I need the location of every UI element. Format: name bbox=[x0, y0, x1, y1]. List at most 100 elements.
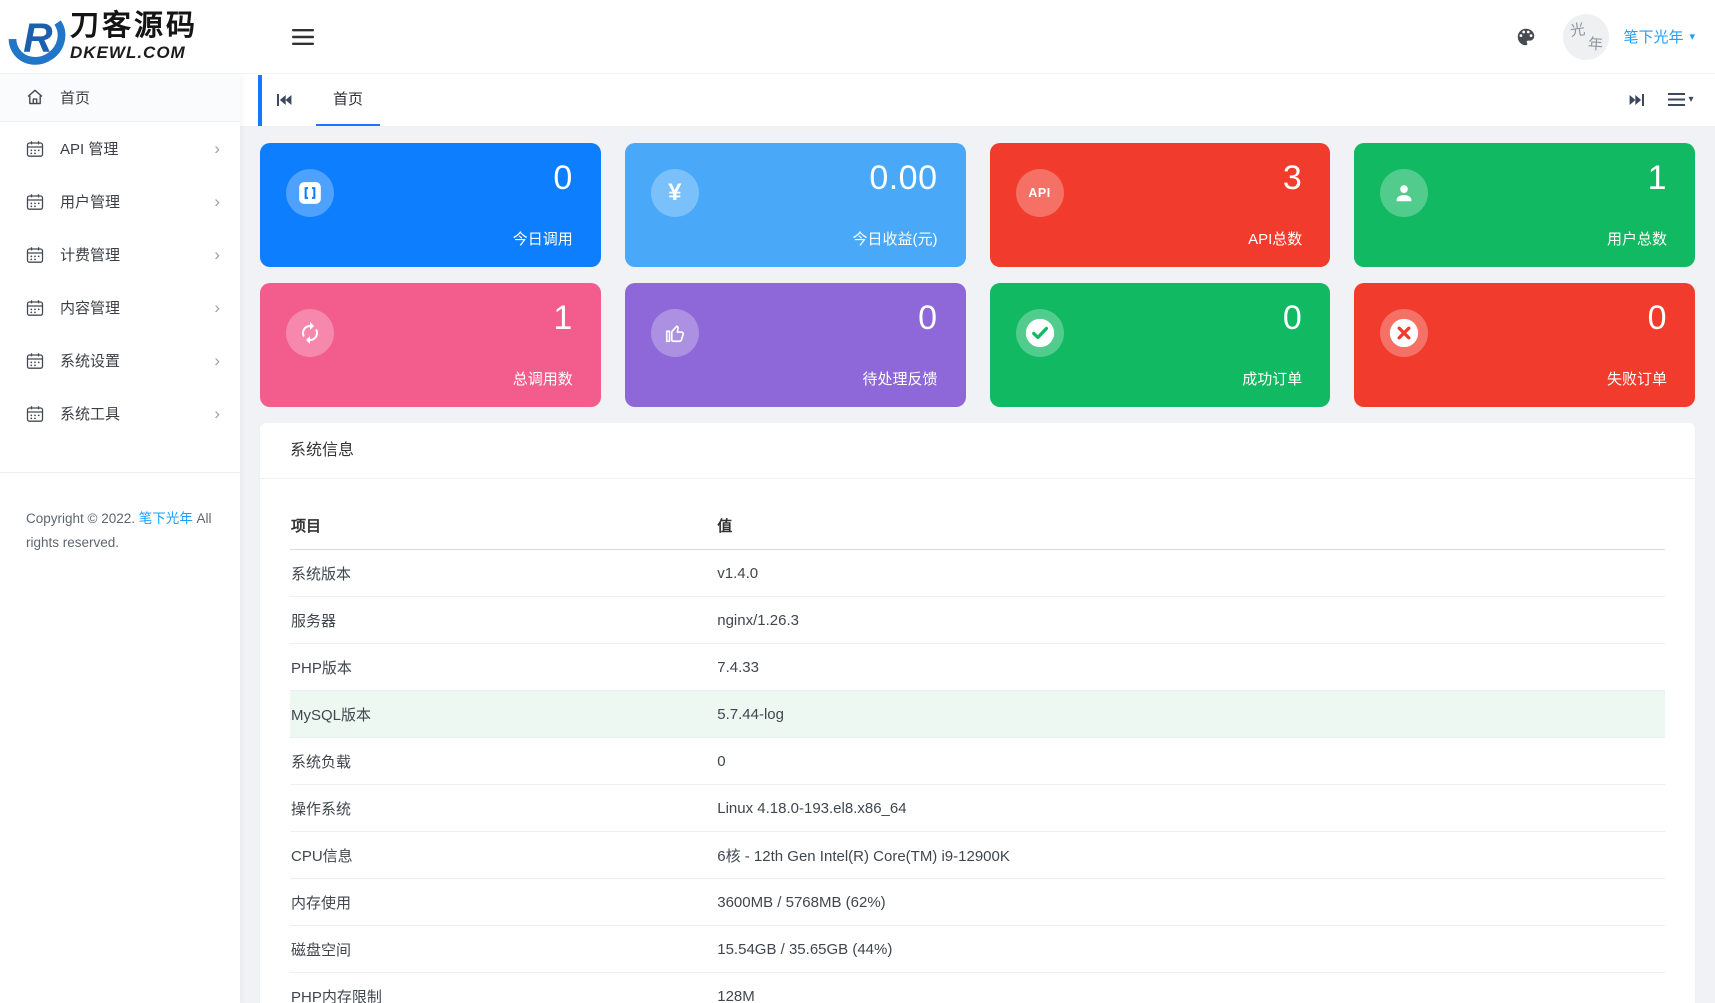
tabs-scroll-right-button[interactable] bbox=[1615, 73, 1659, 126]
row-item: 磁盘空间 bbox=[290, 926, 716, 973]
palette-icon bbox=[1515, 26, 1537, 48]
stat-label: 失败订单 bbox=[1607, 368, 1667, 389]
table-row: 系统负载0 bbox=[290, 738, 1665, 785]
app-header: R 刀客源码 DKEWL.COM 光 年 笔下光年 ▾ bbox=[0, 0, 1715, 74]
thumbs-up-icon bbox=[651, 309, 699, 357]
check-circle-icon bbox=[1016, 309, 1064, 357]
column-header-item: 项目 bbox=[290, 502, 716, 550]
sidebar-item-label: 内容管理 bbox=[60, 297, 120, 318]
svg-text:R: R bbox=[23, 14, 53, 60]
home-icon bbox=[26, 88, 44, 106]
stat-value: 0.00 bbox=[869, 159, 937, 198]
user-menu[interactable]: 笔下光年 ▾ bbox=[1623, 26, 1695, 47]
system-info-panel: 系统信息 项目 值 系统版本v1.4.0服务器nginx/1.26.3PHP版本… bbox=[260, 423, 1695, 1003]
stat-card: 0待处理反馈 bbox=[625, 283, 966, 407]
table-row: CPU信息6核 - 12th Gen Intel(R) Core(TM) i9-… bbox=[290, 832, 1665, 879]
stat-card: 1 用户总数 bbox=[1354, 143, 1695, 267]
hamburger-icon bbox=[292, 29, 314, 45]
sidebar-item-label: 用户管理 bbox=[60, 191, 120, 212]
chevron-right-icon: › bbox=[214, 246, 220, 263]
calendar-icon bbox=[26, 193, 44, 211]
row-item: 系统版本 bbox=[290, 550, 716, 597]
tab-home[interactable]: 首页 bbox=[316, 73, 380, 126]
sidebar-toggle-button[interactable] bbox=[288, 22, 318, 52]
skip-left-icon bbox=[276, 93, 292, 107]
stat-label: 总调用数 bbox=[513, 368, 573, 389]
app-logo[interactable]: R 刀客源码 DKEWL.COM bbox=[0, 0, 252, 73]
sidebar-item-home[interactable]: 首页 bbox=[0, 73, 240, 122]
skip-right-icon bbox=[1629, 93, 1645, 107]
tabs-menu-button[interactable]: ▾ bbox=[1659, 73, 1703, 126]
table-row: MySQL版本5.7.44-log bbox=[290, 691, 1665, 738]
stat-label: 成功订单 bbox=[1242, 368, 1302, 389]
row-item: 操作系统 bbox=[290, 785, 716, 832]
table-header-row: 项目 值 bbox=[290, 502, 1665, 550]
system-info-table: 项目 值 系统版本v1.4.0服务器nginx/1.26.3PHP版本7.4.3… bbox=[290, 502, 1665, 1003]
stat-value: 0 bbox=[918, 299, 937, 338]
row-value: 5.7.44-log bbox=[716, 691, 1665, 738]
calendar-icon bbox=[26, 352, 44, 370]
table-row: 操作系统Linux 4.18.0-193.el8.x86_64 bbox=[290, 785, 1665, 832]
row-item: 内存使用 bbox=[290, 879, 716, 926]
stat-label: 用户总数 bbox=[1607, 228, 1667, 249]
sidebar-item-content[interactable]: 内容管理 › bbox=[0, 281, 240, 334]
api-icon: API bbox=[1016, 169, 1064, 217]
stat-cards: 0今日调用¥0.00今日收益(元)API3API总数1用户总数1总调用数0待处理… bbox=[260, 143, 1695, 407]
chevron-right-icon: › bbox=[214, 299, 220, 316]
sidebar-item-users[interactable]: 用户管理 › bbox=[0, 175, 240, 228]
row-value: 128M bbox=[716, 973, 1665, 1003]
username: 笔下光年 bbox=[1623, 26, 1683, 47]
tab-accent-bar bbox=[258, 75, 262, 126]
stat-card: API3API总数 bbox=[990, 143, 1331, 267]
stat-card: 0 今日调用 bbox=[260, 143, 601, 267]
sidebar-item-settings[interactable]: 系统设置› bbox=[0, 334, 240, 387]
stat-label: 今日收益(元) bbox=[853, 228, 938, 249]
copyright: Copyright © 2022. 笔下光年 All rights reserv… bbox=[0, 472, 240, 556]
user-icon bbox=[1380, 169, 1428, 217]
yen-icon: ¥ bbox=[651, 169, 699, 217]
chevron-right-icon: › bbox=[214, 405, 220, 422]
stat-card: 0成功订单 bbox=[990, 283, 1331, 407]
logo-mark-icon: R bbox=[8, 8, 66, 66]
column-header-value: 值 bbox=[716, 502, 1665, 550]
table-row: 内存使用3600MB / 5768MB (62%) bbox=[290, 879, 1665, 926]
stat-card: ¥0.00 今日收益(元) bbox=[625, 143, 966, 267]
calendar-icon bbox=[26, 405, 44, 423]
stat-value: 1 bbox=[553, 299, 572, 338]
row-value: Linux 4.18.0-193.el8.x86_64 bbox=[716, 785, 1665, 832]
row-item: 服务器 bbox=[290, 597, 716, 644]
sidebar-item-tools[interactable]: 系统工具 › bbox=[0, 387, 240, 440]
table-row: 磁盘空间15.54GB / 35.65GB (44%) bbox=[290, 926, 1665, 973]
row-value: 0 bbox=[716, 738, 1665, 785]
stat-value: 3 bbox=[1283, 159, 1302, 198]
row-value: 6核 - 12th Gen Intel(R) Core(TM) i9-12900… bbox=[716, 832, 1665, 879]
sidebar-item-label: 计费管理 bbox=[60, 244, 120, 265]
table-row: PHP版本7.4.33 bbox=[290, 644, 1665, 691]
calendar-icon bbox=[26, 140, 44, 158]
logo-title: 刀客源码 bbox=[70, 12, 198, 41]
sidebar-menu: 首页 API 管理 › 用户管理 › 计费管理 › 内容管理 › 系统设置› 系统工具 › bbox=[0, 73, 240, 440]
chevron-right-icon: › bbox=[214, 140, 220, 157]
theme-palette-button[interactable] bbox=[1511, 22, 1541, 52]
sidebar-item-label: 系统工具 bbox=[60, 403, 120, 424]
sidebar-item-api[interactable]: API 管理 › bbox=[0, 122, 240, 175]
row-value: v1.4.0 bbox=[716, 550, 1665, 597]
sidebar-item-label: 首页 bbox=[60, 87, 90, 108]
stat-label: 今日调用 bbox=[513, 228, 573, 249]
table-row: 系统版本v1.4.0 bbox=[290, 550, 1665, 597]
table-row: 服务器nginx/1.26.3 bbox=[290, 597, 1665, 644]
stat-value: 0 bbox=[553, 159, 572, 198]
tabs-scroll-left-button[interactable] bbox=[262, 73, 306, 126]
brackets-icon bbox=[286, 169, 334, 217]
sidebar-item-billing[interactable]: 计费管理 › bbox=[0, 228, 240, 281]
chevron-down-icon: ▾ bbox=[1688, 94, 1693, 105]
logo-subtitle: DKEWL.COM bbox=[70, 44, 198, 61]
copyright-link[interactable]: 笔下光年 bbox=[139, 511, 193, 526]
avatar[interactable]: 光 年 bbox=[1563, 14, 1609, 60]
stat-value: 1 bbox=[1648, 159, 1667, 198]
row-item: PHP内存限制 bbox=[290, 973, 716, 1003]
sidebar-item-label: API 管理 bbox=[60, 138, 118, 159]
calendar-icon bbox=[26, 299, 44, 317]
table-row: PHP内存限制128M bbox=[290, 973, 1665, 1003]
chevron-right-icon: › bbox=[214, 193, 220, 210]
